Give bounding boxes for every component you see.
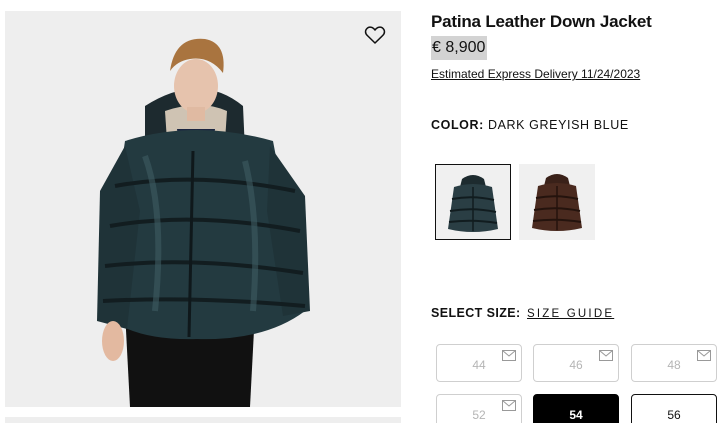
jacket-thumbnail — [519, 164, 595, 240]
secondary-product-image[interactable] — [5, 417, 401, 423]
product-price: € 8,900 — [431, 36, 488, 60]
size-option-label: 46 — [569, 358, 583, 372]
color-value: DARK GREYISH BLUE — [487, 118, 629, 132]
size-guide-link[interactable]: SIZE GUIDE — [527, 308, 614, 320]
size-option-56[interactable]: 56 — [631, 394, 717, 423]
size-option-46[interactable]: 46 — [533, 344, 619, 382]
mail-icon[interactable] — [502, 400, 516, 411]
color-label: COLOR: — [431, 118, 484, 132]
color-swatch-brown[interactable] — [519, 164, 595, 240]
jacket-thumbnail — [436, 165, 510, 239]
delivery-estimate-link[interactable]: Estimated Express Delivery 11/24/2023 — [431, 67, 640, 81]
size-option-label: 44 — [472, 358, 486, 372]
size-option-48[interactable]: 48 — [631, 344, 717, 382]
color-selection: COLOR: DARK GREYISH BLUE — [431, 118, 629, 132]
size-option-52[interactable]: 52 — [436, 394, 522, 423]
size-option-54[interactable]: 54 — [533, 394, 619, 423]
mail-icon[interactable] — [697, 350, 711, 361]
product-title: Patina Leather Down Jacket — [431, 12, 652, 31]
size-option-label: 52 — [472, 408, 486, 422]
product-image[interactable] — [5, 11, 401, 407]
size-option-label: 54 — [569, 408, 583, 422]
size-option-label: 48 — [667, 358, 681, 372]
heart-icon — [364, 26, 386, 44]
wishlist-button[interactable] — [363, 23, 387, 47]
mail-icon[interactable] — [599, 350, 613, 361]
mail-icon[interactable] — [502, 350, 516, 361]
size-label: SELECT SIZE: — [431, 306, 521, 320]
size-option-44[interactable]: 44 — [436, 344, 522, 382]
jacket-photo — [5, 11, 401, 407]
color-swatch-dark-greyish-blue[interactable] — [435, 164, 511, 240]
size-selection: SELECT SIZE: SIZE GUIDE — [431, 306, 614, 320]
product-info: Patina Leather Down Jacket € 8,900 Estim… — [431, 0, 719, 423]
size-option-label: 56 — [667, 408, 681, 422]
